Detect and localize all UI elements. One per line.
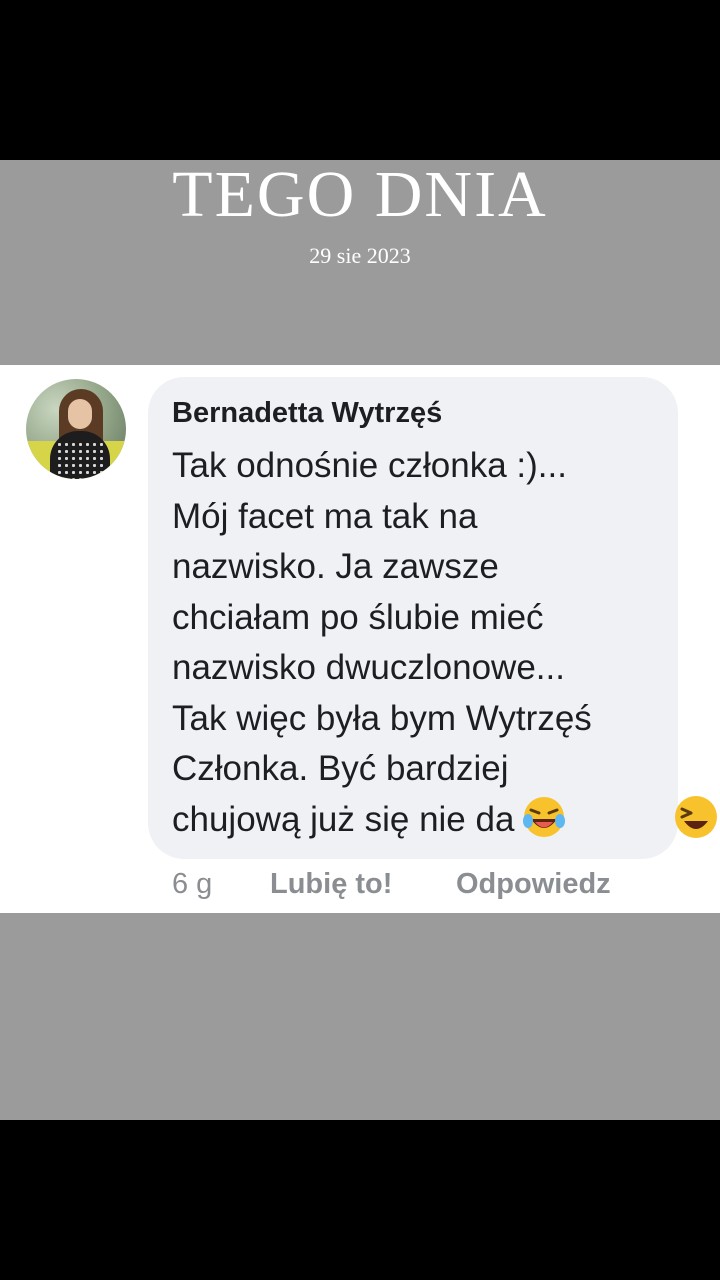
comment-line: Mój facet ma tak na bbox=[172, 496, 478, 536]
comment-author[interactable]: Bernadetta Wytrzęś bbox=[172, 397, 442, 430]
memory-date: 29 sie 2023 bbox=[309, 243, 411, 268]
reply-button[interactable]: Odpowiedz bbox=[456, 868, 611, 901]
memory-title: TEGO DNIA bbox=[172, 158, 548, 231]
comment-body: Tak odnośnie członka :)... Mój facet ma … bbox=[172, 441, 662, 845]
comment-line: Członka. Być bardziej bbox=[172, 749, 509, 788]
comment-line: chciałam po ślubie mieć bbox=[172, 597, 544, 637]
comment-screenshot: Bernadetta Wytrzęś Tak odnośnie członka … bbox=[0, 365, 720, 913]
laughing-crying-emoji-icon bbox=[523, 796, 566, 837]
comment-line: nazwisko. Ja zawsze bbox=[172, 547, 499, 586]
avatar[interactable] bbox=[26, 379, 126, 479]
comment-line: Tak odnośnie członka :)... bbox=[172, 446, 567, 485]
like-button[interactable]: Lubię to! bbox=[270, 868, 392, 901]
laughing-reaction-icon[interactable] bbox=[672, 793, 720, 841]
comment-line: Tak więc była bym Wytrzęś bbox=[172, 698, 592, 738]
comment-time: 6 g bbox=[172, 868, 213, 900]
memory-footer-band bbox=[0, 913, 720, 1120]
top-black-bar bbox=[0, 0, 720, 160]
comment-line: chujową już się nie da bbox=[172, 799, 515, 839]
comment-line: nazwisko dwuczlonowe... bbox=[172, 648, 565, 687]
bottom-black-bar bbox=[0, 1120, 720, 1280]
